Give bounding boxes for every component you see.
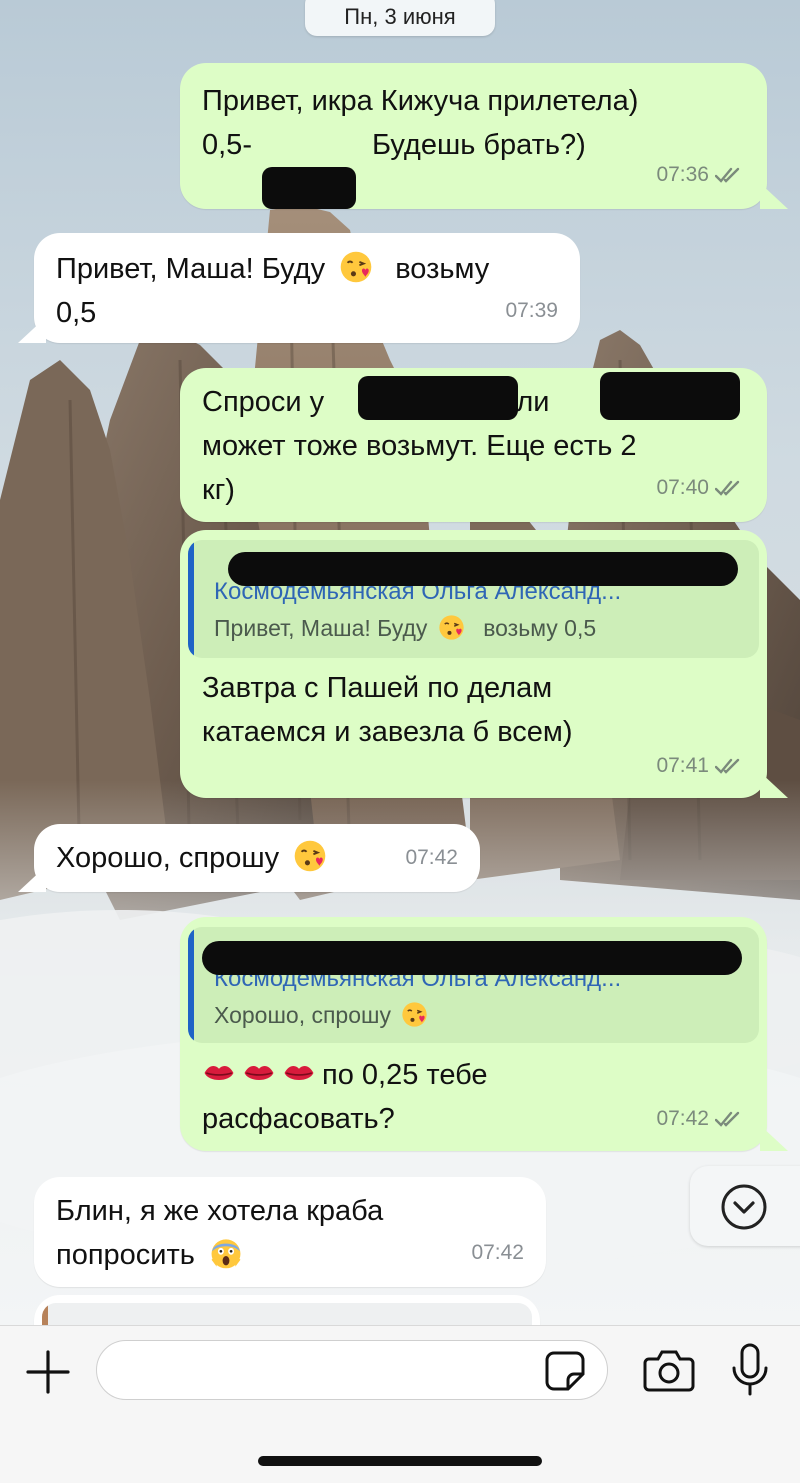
message-time: 07:36 (656, 163, 709, 186)
face-blowing-kiss-icon (340, 251, 372, 283)
plus-icon[interactable] (26, 1350, 70, 1394)
message-time: 07:42 (405, 846, 458, 869)
message-time: 07:41 (656, 754, 709, 777)
message-text: Завтра с Пашей по делам (202, 672, 553, 704)
kiss-mark-icon (204, 1065, 234, 1081)
face-screaming-icon (211, 1239, 241, 1269)
outgoing-message[interactable]: Космодемьянская Ольга Александ... Привет… (180, 530, 767, 798)
microphone-icon[interactable] (730, 1342, 770, 1398)
reply-text: Хорошо, спрошу (214, 1002, 391, 1028)
camera-icon[interactable] (643, 1348, 695, 1392)
outgoing-message[interactable]: Космодемьянская Ольга Александ... Хорошо… (180, 917, 767, 1151)
home-indicator (258, 1456, 542, 1466)
redaction-mark (358, 376, 518, 420)
double-check-icon (715, 479, 745, 497)
reply-text: Привет, Маша! Буду (214, 615, 428, 641)
reply-text: возьму 0,5 (483, 615, 597, 641)
face-blowing-kiss-icon (294, 840, 326, 872)
double-check-icon (715, 166, 745, 184)
quoted-reply[interactable]: Космодемьянская Ольга Александ... Хорошо… (188, 927, 759, 1043)
message-text: Спроси у (202, 386, 325, 418)
scroll-to-bottom-button[interactable] (690, 1166, 800, 1246)
message-text: 0,5 (56, 297, 97, 329)
double-check-icon (715, 757, 745, 775)
reply-accent-bar (188, 927, 194, 1043)
message-time: 07:42 (656, 1107, 709, 1130)
kiss-mark-icon (244, 1065, 274, 1081)
redaction-mark (228, 552, 738, 586)
message-time: 07:42 (471, 1241, 524, 1264)
outgoing-message[interactable]: Привет, икра Кижуча прилетела) 0,5- Будеш… (180, 63, 767, 209)
message-text: возьму (395, 253, 490, 285)
sticker-icon[interactable] (544, 1350, 586, 1392)
face-blowing-kiss-icon (402, 1002, 428, 1027)
redaction-mark (600, 372, 740, 420)
incoming-message[interactable]: Блин, я же хотела краба попросить 07:42 (34, 1177, 546, 1287)
message-text: может тоже возьмут. Еще есть 2 (202, 430, 637, 462)
message-time: 07:40 (656, 476, 709, 499)
message-input[interactable] (96, 1340, 608, 1400)
redaction-mark (262, 167, 356, 209)
message-text: Привет, Маша! Буду (56, 253, 326, 285)
outgoing-message[interactable]: Спроси у или может тоже возьмут. Еще есть… (180, 368, 767, 522)
redaction-mark (202, 941, 742, 975)
incoming-message[interactable]: Хорошо, спрошу 07:42 (34, 824, 480, 892)
message-composer (0, 1325, 800, 1483)
message-text: Привет, икра Кижуча прилетела) (202, 85, 639, 117)
message-text: 0,5- (202, 129, 252, 161)
incoming-message[interactable]: Привет, Маша! Буду возьму 0,5 07:39 (34, 233, 580, 343)
reply-accent-bar (188, 540, 194, 658)
kiss-mark-icon (284, 1065, 314, 1081)
message-text: Блин, я же хотела краба (56, 1195, 384, 1227)
message-text: попросить (56, 1239, 195, 1271)
chevron-down-icon (721, 1184, 767, 1230)
message-time: 07:39 (505, 299, 558, 322)
double-check-icon (715, 1110, 745, 1128)
date-separator: Пн, 3 июня (305, 0, 495, 36)
face-blowing-kiss-icon (439, 615, 464, 640)
message-text: по 0,25 тебе (322, 1059, 488, 1091)
message-text: Будешь брать?) (371, 129, 586, 161)
message-text: Хорошо, спрошу (56, 842, 280, 874)
quoted-reply[interactable]: Космодемьянская Ольга Александ... Привет… (188, 540, 759, 658)
